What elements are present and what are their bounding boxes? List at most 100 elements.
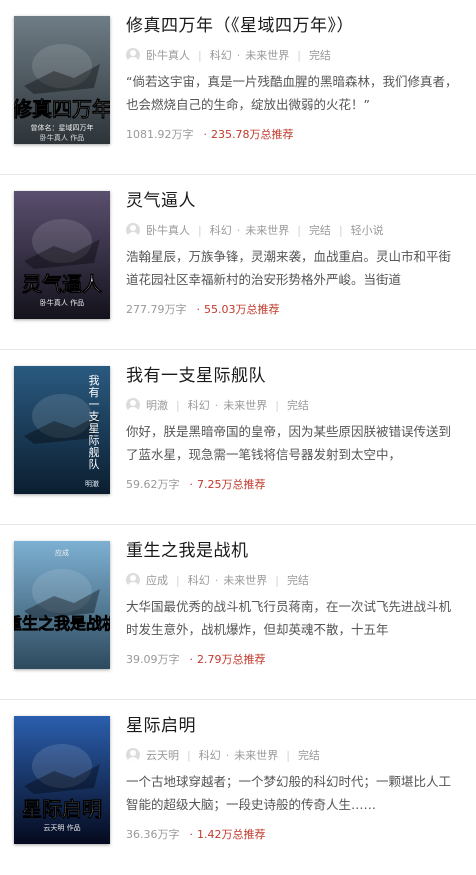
cover-art: 星际启明云天明 作品 xyxy=(14,716,110,844)
book-subcategory[interactable]: 未来世界 xyxy=(245,222,289,238)
recommend-count: 55.03万总推荐 xyxy=(197,301,280,317)
book-category[interactable]: 科幻 xyxy=(188,397,210,413)
cover-subtitle: 应成 xyxy=(55,548,69,557)
book-category[interactable]: 科幻 xyxy=(188,572,210,588)
word-count: 59.62万字 xyxy=(126,478,180,491)
cover-art: 重生之我是战机应成 xyxy=(14,541,110,669)
book-status: 完结 xyxy=(308,49,331,62)
cover-subtitle: 卧牛真人 作品 xyxy=(40,298,84,307)
author-avatar-icon xyxy=(126,748,140,762)
book-status: 完结 xyxy=(308,224,331,237)
book-description: 大华国最优秀的战斗机飞行员蒋南，在一次试飞先进战斗机时发生意外，战机爆炸，但却英… xyxy=(126,599,452,637)
book-info: 修真四万年（《星域四万年》） 卧牛真人 | 科幻 · 未来世界 | 完结 “倘若… xyxy=(126,14,462,142)
divider: | xyxy=(198,223,202,237)
book-author[interactable]: 卧牛真人 xyxy=(146,47,190,63)
cover-title: 星际启明 xyxy=(22,797,102,821)
book-author[interactable]: 明澈 xyxy=(146,397,168,413)
book-status: 完结 xyxy=(286,574,309,587)
cover-title: 重生之我是战机 xyxy=(14,614,110,633)
word-count: 36.36万字 xyxy=(126,828,180,841)
word-count: 1081.92万字 xyxy=(126,128,194,141)
book-subcategory[interactable]: 未来世界 xyxy=(223,572,267,588)
book-list-item[interactable]: 重生之我是战机应成 重生之我是战机 应成 | 科幻 · 未来世界 | 完结 大华… xyxy=(0,525,476,700)
book-category[interactable]: 科幻 xyxy=(210,222,232,238)
book-title[interactable]: 我有一支星际舰队 xyxy=(126,364,462,388)
book-stats: 59.62万字 7.25万总推荐 xyxy=(126,476,462,492)
dot-separator: · xyxy=(225,748,230,762)
dot-separator: · xyxy=(214,398,219,412)
book-subcategory[interactable]: 未来世界 xyxy=(245,47,289,63)
cover-art: 我有一支星际舰队明澈 xyxy=(14,366,110,494)
book-cover[interactable]: 重生之我是战机应成 xyxy=(14,541,110,669)
divider: | xyxy=(176,573,180,587)
book-list-item[interactable]: 修真四万年曾体名：星域四万年 卧牛真人 作品 修真四万年（《星域四万年》） 卧牛真… xyxy=(0,0,476,175)
book-cover[interactable]: 我有一支星际舰队明澈 xyxy=(14,366,110,494)
cover-subtitle: 云天明 作品 xyxy=(43,823,80,832)
book-stats: 36.36万字 1.42万总推荐 xyxy=(126,826,462,842)
cover-title-char: 队 xyxy=(89,457,100,471)
divider: | xyxy=(275,573,279,587)
book-info: 我有一支星际舰队 明澈 | 科幻 · 未来世界 | 完结 你好，朕是黑暗帝国的皇… xyxy=(126,364,462,492)
divider: | xyxy=(176,398,180,412)
word-count: 277.79万字 xyxy=(126,303,187,316)
cover-title: 修真四万年 xyxy=(14,97,110,121)
book-cover[interactable]: 修真四万年曾体名：星域四万年 卧牛真人 作品 xyxy=(14,16,110,144)
book-stats: 277.79万字 55.03万总推荐 xyxy=(126,301,462,317)
cover-author: 明澈 xyxy=(85,479,99,488)
divider: | xyxy=(275,398,279,412)
cover-title: 灵气逼人 xyxy=(22,272,103,296)
book-author[interactable]: 云天明 xyxy=(146,747,179,763)
book-meta: 明澈 | 科幻 · 未来世界 | 完结 xyxy=(126,396,462,414)
book-subcategory[interactable]: 未来世界 xyxy=(234,747,278,763)
word-count: 39.09万字 xyxy=(126,653,180,666)
cover-art: 修真四万年曾体名：星域四万年卧牛真人 作品 xyxy=(14,16,110,144)
book-meta: 云天明 | 科幻 · 未来世界 | 完结 xyxy=(126,746,462,764)
book-description: 浩翰星辰，万族争锋，灵潮来袭，血战重启。灵山市和平街道花园社区幸福新村的治安形势… xyxy=(126,249,452,287)
book-list-item[interactable]: 星际启明云天明 作品 星际启明 云天明 | 科幻 · 未来世界 | 完结 一个古… xyxy=(0,700,476,875)
book-title[interactable]: 灵气逼人 xyxy=(126,189,462,213)
book-meta: 卧牛真人 | 科幻 · 未来世界 | 完结 | 轻小说 xyxy=(126,221,462,239)
book-cover[interactable]: 灵气逼人卧牛真人 作品 xyxy=(14,191,110,319)
book-stats: 39.09万字 2.79万总推荐 xyxy=(126,651,462,667)
book-info: 重生之我是战机 应成 | 科幻 · 未来世界 | 完结 大华国最优秀的战斗机飞行… xyxy=(126,539,462,667)
book-title[interactable]: 星际启明 xyxy=(126,714,462,738)
book-status: 完结 xyxy=(297,749,320,762)
book-description: 一个古地球穿越者；一个梦幻般的科幻时代；一颗堪比人工智能的超级大脑；一段史诗般的… xyxy=(126,774,452,812)
book-meta: 卧牛真人 | 科幻 · 未来世界 | 完结 xyxy=(126,46,462,64)
dot-separator: · xyxy=(236,223,241,237)
book-meta: 应成 | 科幻 · 未来世界 | 完结 xyxy=(126,571,462,589)
book-info: 灵气逼人 卧牛真人 | 科幻 · 未来世界 | 完结 | 轻小说 浩翰星辰，万族… xyxy=(126,189,462,317)
cover-title-char: 舰 xyxy=(89,445,100,459)
book-title[interactable]: 修真四万年（《星域四万年》） xyxy=(126,14,462,38)
book-author[interactable]: 应成 xyxy=(146,572,168,588)
book-tag[interactable]: 轻小说 xyxy=(351,222,384,238)
recommend-count: 7.25万总推荐 xyxy=(190,476,266,492)
book-stats: 1081.92万字 235.78万总推荐 xyxy=(126,126,462,142)
book-list-item[interactable]: 灵气逼人卧牛真人 作品 灵气逼人 卧牛真人 | 科幻 · 未来世界 | 完结 |… xyxy=(0,175,476,350)
recommend-count: 1.42万总推荐 xyxy=(190,826,266,842)
cover-subtitle: 曾体名：星域四万年 xyxy=(31,123,94,132)
author-avatar-icon xyxy=(126,573,140,587)
book-category[interactable]: 科幻 xyxy=(199,747,221,763)
author-avatar-icon xyxy=(126,398,140,412)
divider: | xyxy=(297,223,301,237)
book-author[interactable]: 卧牛真人 xyxy=(146,222,190,238)
cover-author: 卧牛真人 作品 xyxy=(40,133,84,142)
book-subcategory[interactable]: 未来世界 xyxy=(223,397,267,413)
divider: | xyxy=(338,223,343,237)
book-title[interactable]: 重生之我是战机 xyxy=(126,539,462,563)
book-info: 星际启明 云天明 | 科幻 · 未来世界 | 完结 一个古地球穿越者；一个梦幻般… xyxy=(126,714,462,842)
dot-separator: · xyxy=(214,573,219,587)
book-status: 完结 xyxy=(286,399,309,412)
divider: | xyxy=(198,48,202,62)
cover-art: 灵气逼人卧牛真人 作品 xyxy=(14,191,110,319)
book-cover[interactable]: 星际启明云天明 作品 xyxy=(14,716,110,844)
book-list: 修真四万年曾体名：星域四万年 卧牛真人 作品 修真四万年（《星域四万年》） 卧牛真… xyxy=(0,0,476,875)
recommend-count: 2.79万总推荐 xyxy=(190,651,266,667)
book-list-item[interactable]: 我有一支星际舰队明澈 我有一支星际舰队 明澈 | 科幻 · 未来世界 | 完结 … xyxy=(0,350,476,525)
author-avatar-icon xyxy=(126,48,140,62)
recommend-count: 235.78万总推荐 xyxy=(204,126,294,142)
divider: | xyxy=(297,48,301,62)
divider: | xyxy=(286,748,290,762)
book-category[interactable]: 科幻 xyxy=(210,47,232,63)
